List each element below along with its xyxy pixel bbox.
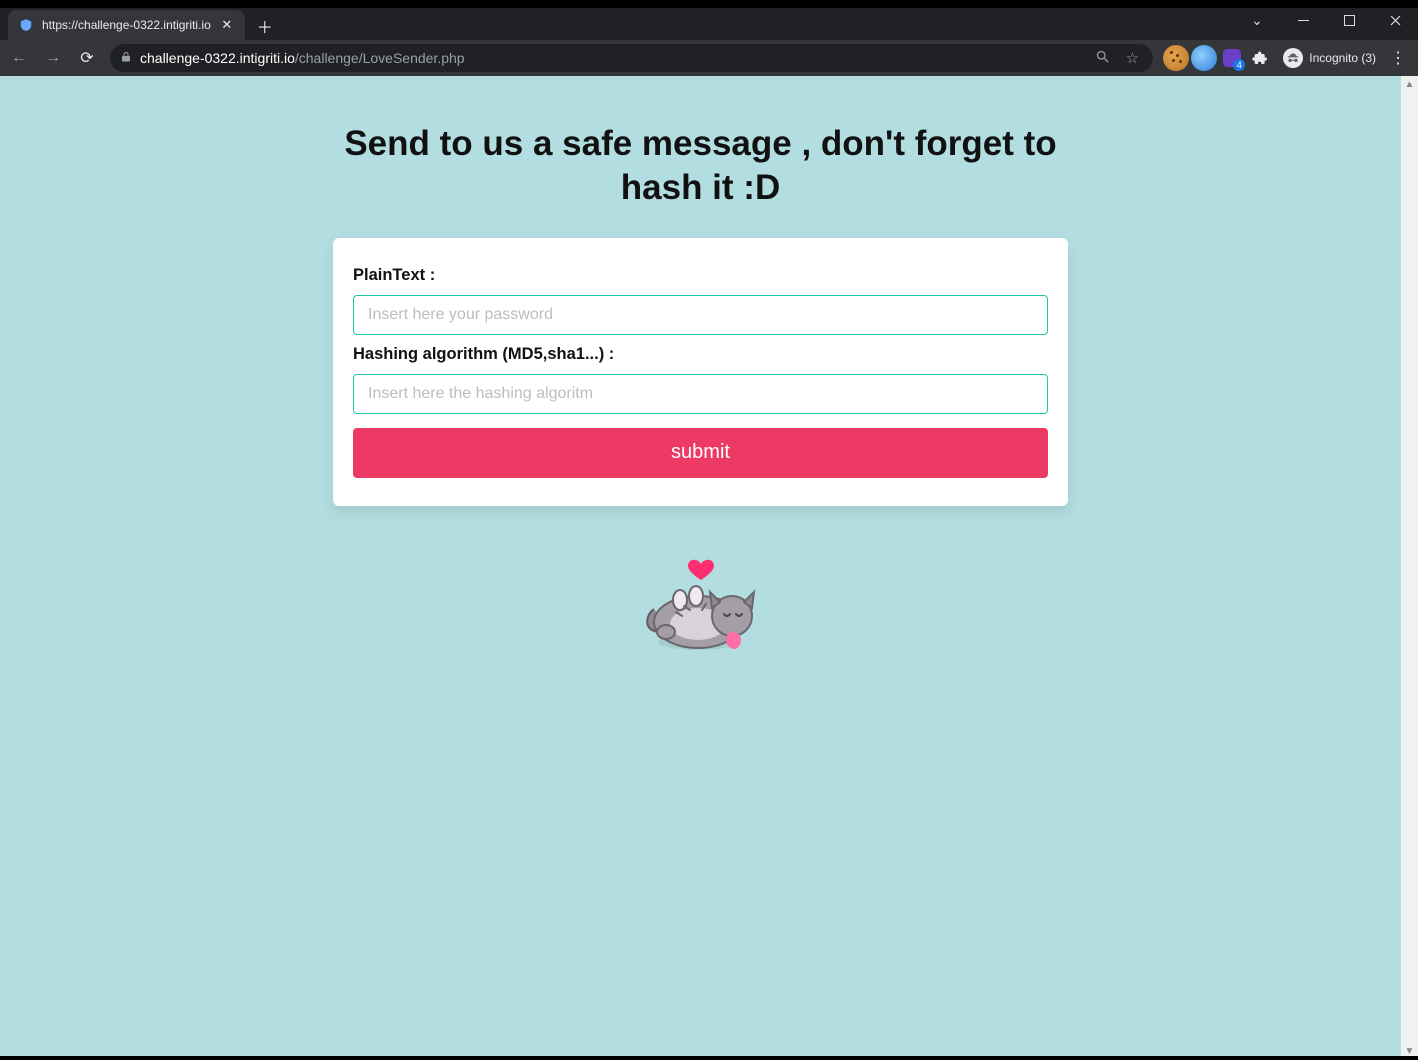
algorithm-input[interactable] xyxy=(353,374,1048,414)
tab-favicon-icon xyxy=(18,17,34,33)
address-bar[interactable]: challenge-0322.intigriti.io/challenge/Lo… xyxy=(110,44,1153,72)
extension-cookie-icon[interactable] xyxy=(1163,45,1189,71)
page-content: Send to us a safe message , don't forget… xyxy=(0,76,1401,664)
browser-toolbar: ← → ⟳ challenge-0322.intigriti.io/challe… xyxy=(0,40,1418,76)
new-tab-button[interactable]: ＋ xyxy=(251,12,279,40)
nav-back-button[interactable]: ← xyxy=(4,43,34,73)
window-minimize-button[interactable] xyxy=(1280,5,1326,35)
bookmark-star-icon[interactable]: ☆ xyxy=(1121,49,1143,67)
lock-icon xyxy=(120,51,132,66)
extension-badge: 4 xyxy=(1233,59,1245,71)
page-title: Send to us a safe message , don't forget… xyxy=(311,122,1091,210)
tab-strip: https://challenge-0322.intigriti.io ✕ ＋ … xyxy=(0,8,1418,40)
window-titlebar xyxy=(0,0,1418,8)
window-tabsearch-icon[interactable]: ⌄ xyxy=(1234,5,1280,35)
incognito-icon xyxy=(1283,48,1303,68)
tab-title: https://challenge-0322.intigriti.io xyxy=(42,18,211,32)
algorithm-label: Hashing algorithm (MD5,sha1...) : xyxy=(353,345,1048,364)
extension-purple-icon[interactable]: 4 xyxy=(1219,45,1245,71)
address-url-host: challenge-0322.intigriti.io xyxy=(140,50,295,66)
address-url: challenge-0322.intigriti.io/challenge/Lo… xyxy=(140,50,1083,66)
plaintext-label: PlainText : xyxy=(353,266,1048,285)
extension-globe-icon[interactable] xyxy=(1191,45,1217,71)
extensions-menu-icon[interactable] xyxy=(1247,45,1273,71)
window-close-button[interactable] xyxy=(1372,5,1418,35)
cat-image xyxy=(636,554,766,664)
browser-tab[interactable]: https://challenge-0322.intigriti.io ✕ xyxy=(8,10,245,40)
extension-icons: 4 xyxy=(1161,45,1275,71)
page-viewport: ▲ ▼ Send to us a safe message , don't fo… xyxy=(0,76,1418,1060)
window-bottom-border xyxy=(0,1056,1418,1060)
incognito-indicator[interactable]: Incognito (3) xyxy=(1279,48,1380,68)
nav-reload-button[interactable]: ⟳ xyxy=(72,43,102,73)
submit-button[interactable]: submit xyxy=(353,428,1048,478)
incognito-label: Incognito (3) xyxy=(1309,51,1376,65)
zoom-icon[interactable] xyxy=(1091,49,1113,68)
hash-form-card: PlainText : Hashing algorithm (MD5,sha1.… xyxy=(333,238,1068,506)
plaintext-input[interactable] xyxy=(353,295,1048,335)
tab-close-icon[interactable]: ✕ xyxy=(219,17,235,33)
browser-menu-button[interactable]: ⋮ xyxy=(1384,48,1412,68)
scrollbar-track[interactable]: ▲ ▼ xyxy=(1401,76,1418,1060)
scrollbar-thumb[interactable] xyxy=(1403,76,1416,765)
window-controls: ⌄ xyxy=(1234,0,1418,40)
address-url-path: /challenge/LoveSender.php xyxy=(295,50,465,66)
nav-forward-button[interactable]: → xyxy=(38,43,68,73)
window-maximize-button[interactable] xyxy=(1326,5,1372,35)
heart-icon xyxy=(688,559,714,579)
